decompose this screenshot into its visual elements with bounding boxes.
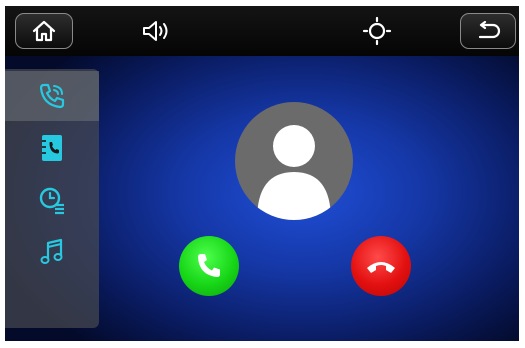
person-icon — [257, 125, 331, 220]
volume-icon — [143, 21, 168, 41]
contacts-book-icon — [42, 135, 62, 161]
answer-call-button[interactable] — [179, 236, 239, 296]
call-history-icon — [39, 187, 64, 215]
sidebar-item-call-history[interactable] — [5, 175, 99, 225]
caller-avatar — [235, 102, 353, 220]
sidebar — [5, 69, 99, 328]
decline-call-button[interactable] — [351, 236, 411, 296]
car-phone-screen — [5, 6, 519, 341]
volume-button[interactable] — [131, 15, 181, 47]
sidebar-item-dialer[interactable] — [5, 71, 99, 121]
sidebar-item-contacts[interactable] — [5, 123, 99, 173]
answer-call-icon — [198, 254, 220, 277]
brightness-button[interactable] — [357, 14, 397, 48]
home-button[interactable] — [15, 13, 73, 49]
sidebar-item-music[interactable] — [5, 227, 99, 277]
music-note-icon — [40, 238, 63, 264]
home-icon — [32, 20, 56, 42]
phone-icon — [39, 83, 65, 109]
brightness-icon — [362, 16, 392, 46]
top-bar — [5, 6, 519, 56]
back-icon — [478, 21, 501, 39]
back-button[interactable] — [460, 13, 516, 49]
end-call-icon — [367, 262, 395, 273]
